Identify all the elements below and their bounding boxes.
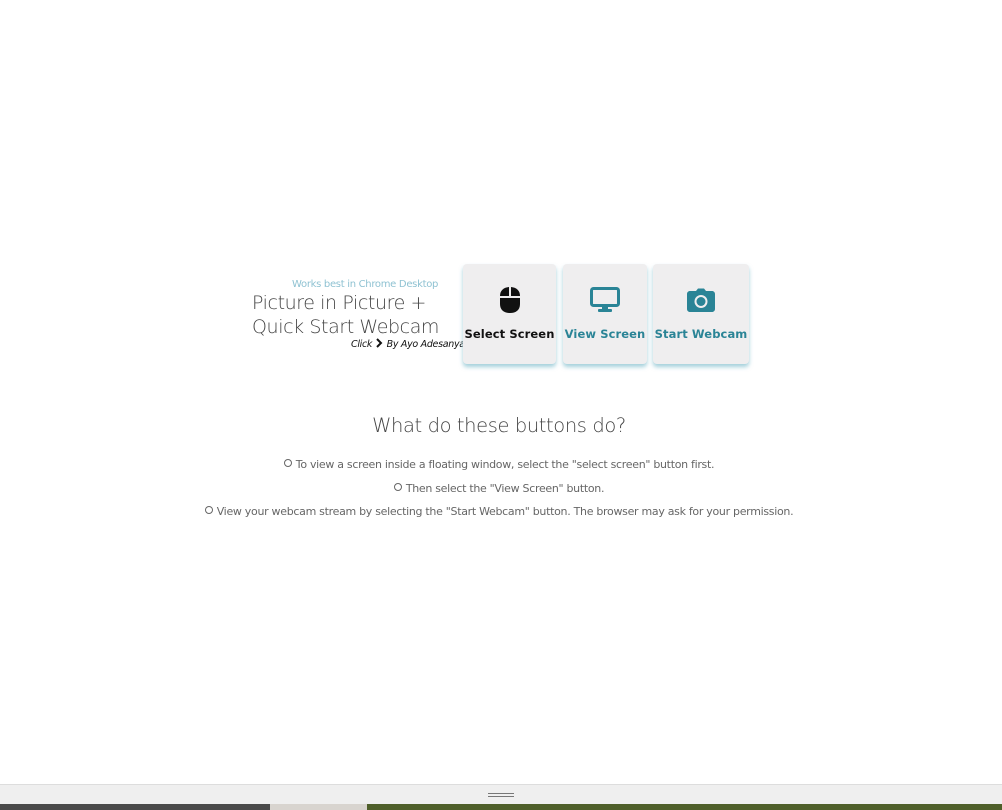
view-screen-label: View Screen bbox=[564, 327, 646, 341]
help-item-text: View your webcam stream by selecting the… bbox=[216, 505, 794, 518]
app-title-line1: Picture in Picture + bbox=[252, 292, 427, 314]
help-item-text: Then select the "View Screen" button. bbox=[405, 481, 605, 495]
byline: Click By Ayo Adesanya bbox=[351, 338, 465, 351]
view-screen-button[interactable]: View Screen bbox=[563, 264, 647, 364]
start-webcam-button[interactable]: Start Webcam bbox=[653, 264, 749, 364]
select-screen-button[interactable]: Select Screen bbox=[463, 264, 556, 364]
start-webcam-label: Start Webcam bbox=[654, 327, 748, 341]
preview-segment bbox=[367, 804, 1002, 810]
browser-note: Works best in Chrome Desktop bbox=[292, 279, 439, 290]
help-item-text: To view a screen inside a floating windo… bbox=[295, 458, 715, 471]
bullet-circle-icon bbox=[283, 459, 292, 467]
chevron-right-icon bbox=[375, 338, 384, 351]
byline-click-text: Click bbox=[351, 339, 373, 350]
select-screen-label: Select Screen bbox=[464, 327, 555, 341]
bullet-circle-icon bbox=[204, 506, 213, 514]
preview-segment bbox=[0, 804, 270, 810]
desktop-icon bbox=[590, 285, 620, 315]
help-item: View your webcam stream by selecting the… bbox=[0, 502, 998, 526]
mouse-icon bbox=[499, 285, 521, 315]
help-list: To view a screen inside a floating windo… bbox=[0, 455, 998, 526]
camera-icon bbox=[687, 285, 715, 315]
help-heading: What do these buttons do? bbox=[372, 414, 626, 437]
byline-author: By Ayo Adesanya bbox=[386, 339, 466, 350]
help-item: To view a screen inside a floating windo… bbox=[0, 455, 998, 479]
bullet-circle-icon bbox=[393, 482, 402, 491]
preview-strip bbox=[0, 804, 1002, 810]
app-title: Picture in Picture + Quick Start Webcam bbox=[252, 291, 462, 339]
drag-handle-icon[interactable] bbox=[488, 793, 514, 799]
preview-segment bbox=[270, 804, 367, 810]
resize-divider bbox=[0, 784, 1002, 805]
intro-header: Works best in Chrome Desktop Picture in … bbox=[0, 0, 1002, 810]
help-item: Then select the "View Screen" button. bbox=[0, 479, 998, 503]
app-title-line2: Quick Start Webcam bbox=[252, 316, 440, 338]
